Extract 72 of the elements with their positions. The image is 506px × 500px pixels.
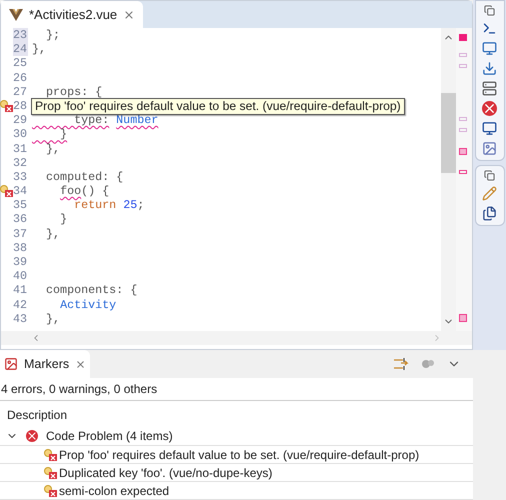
code-token: return — [74, 198, 116, 212]
code-token: foo — [60, 184, 82, 198]
arrows-icon[interactable] — [393, 357, 409, 371]
line-number: 32 — [13, 156, 28, 170]
line-number: 36 — [13, 212, 28, 227]
error-icon[interactable] — [482, 101, 497, 116]
line-number: 39 — [13, 255, 28, 270]
line-number: 27 — [13, 84, 28, 99]
error-marker-icon — [44, 466, 57, 478]
tab-title: Markers — [24, 356, 70, 373]
line-number: 28 — [13, 98, 28, 114]
scroll-thumb[interactable] — [441, 93, 456, 173]
code-token: computed: { — [46, 170, 124, 184]
code-token: Number — [116, 113, 158, 128]
line-number: 43 — [13, 312, 28, 326]
line-number: 35 — [13, 198, 28, 212]
code-token: }, — [46, 226, 60, 241]
code-token: props: { — [46, 84, 102, 99]
code-token: }; — [46, 28, 60, 42]
code-token: ; — [137, 198, 144, 212]
code-token: components: { — [46, 283, 138, 298]
marker-description[interactable]: Duplicated key 'foo'. (vue/no-dupe-keys) — [59, 464, 272, 482]
marker-description[interactable]: Prop 'foo' requires default value to be set. (vue/require-default-prop) — [59, 446, 420, 464]
restore-icon[interactable] — [484, 170, 495, 181]
tab-title: *Activities2.vue — [29, 6, 118, 24]
code-token: type: — [73, 113, 110, 128]
line-number: 37 — [13, 226, 28, 241]
restore-icon[interactable] — [484, 5, 495, 16]
code-token: }, — [46, 142, 60, 156]
tooltip: Prop 'foo' requires default value to be set. (vue/require-default-prop) — [31, 98, 405, 115]
tree-group[interactable]: Code Problem (4 items) — [0, 427, 473, 446]
code-token: }, — [32, 42, 46, 56]
line-number: 38 — [13, 240, 28, 256]
close-icon[interactable] — [123, 8, 136, 20]
group-label: Code Problem (4 items) — [46, 428, 173, 445]
line-number: 40 — [13, 269, 28, 284]
line-number: 26 — [13, 70, 28, 85]
line-number: 29 — [13, 113, 28, 128]
line-number: 34 — [13, 184, 28, 198]
download-icon[interactable] — [482, 61, 497, 76]
code-token: Activity — [60, 298, 116, 312]
editor-tab[interactable]: *Activities2.vue — [1, 1, 144, 28]
line-number: 25 — [13, 56, 28, 71]
markers-tab[interactable]: Markers — [0, 350, 90, 378]
marker-description[interactable]: semi-colon expected — [59, 482, 170, 500]
logo-icon — [9, 8, 23, 20]
monitor-icon[interactable] — [482, 41, 497, 56]
horizontal-scrollbar[interactable] — [1, 331, 472, 345]
code-token: } — [60, 212, 68, 227]
monitor-icon[interactable] — [482, 121, 497, 136]
error-marker-icon — [44, 484, 57, 496]
code-token: } — [59, 127, 68, 142]
code-token: 25 — [123, 198, 138, 212]
line-number: 42 — [13, 298, 28, 312]
line-number: 23 — [13, 28, 28, 42]
line-number: 33 — [13, 170, 28, 184]
markers-summary: 4 errors, 0 warnings, 0 others — [0, 378, 473, 401]
column-header[interactable]: Description — [0, 401, 473, 427]
terminal-icon[interactable] — [482, 21, 497, 36]
error-marker-icon — [44, 448, 57, 460]
vertical-scrollbar[interactable] — [441, 28, 456, 331]
pen-icon[interactable] — [482, 186, 497, 201]
code-token: () { — [81, 184, 110, 198]
line-number: 41 — [13, 283, 28, 298]
line-number: 24 — [13, 42, 28, 56]
error-icon — [26, 430, 38, 442]
documents-icon[interactable] — [482, 206, 497, 221]
code-token: }, — [46, 312, 60, 326]
line-number: 30 — [13, 127, 28, 142]
server-icon[interactable] — [482, 81, 497, 96]
line-number: 31 — [13, 142, 28, 156]
close-icon[interactable] — [75, 358, 86, 370]
